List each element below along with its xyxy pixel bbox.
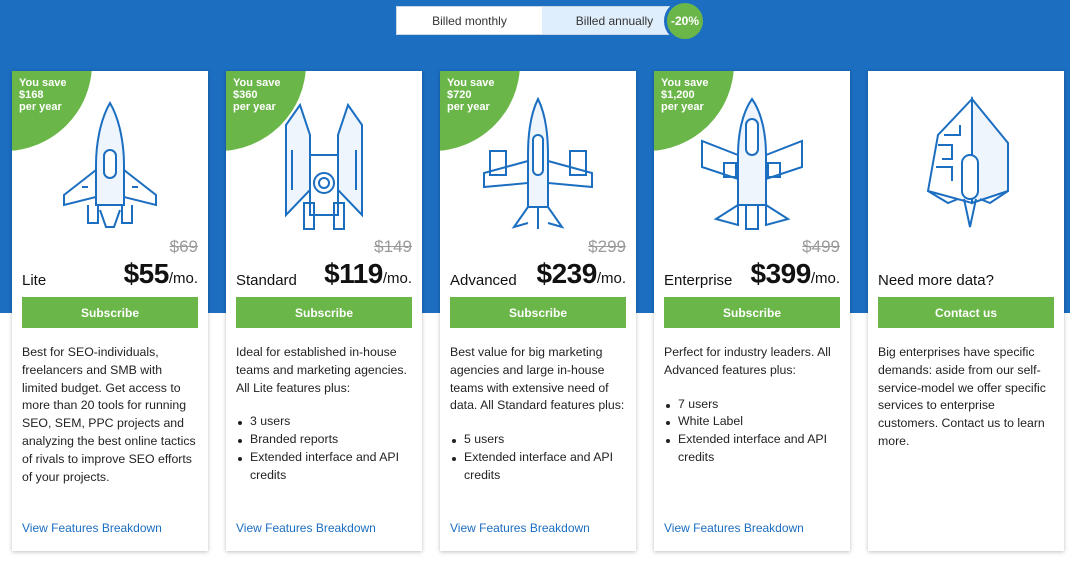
plan-header: Enterprise $399/mo. [664,254,840,290]
view-features-breakdown-link[interactable]: View Features Breakdown [22,521,162,535]
view-features-breakdown-link[interactable]: View Features Breakdown [236,521,376,535]
billing-toggle[interactable]: Billed monthly Billed annually [396,6,688,35]
feature-item: Branded reports [236,431,414,449]
plan-header: Advanced $239/mo. [450,254,626,290]
plan-description: Best for SEO-individuals, freelancers an… [22,345,196,484]
feature-item: 3 users [236,413,414,431]
view-features-breakdown-link[interactable]: View Features Breakdown [450,521,590,535]
subscribe-button[interactable]: Subscribe [22,297,198,328]
feature-item: 7 users [664,396,842,414]
rocket-ship-enterprise-icon [701,97,803,230]
plan-price: $119/mo. [324,258,412,289]
plan-header: Need more data? [878,254,1054,290]
feature-list: 5 users Extended interface and API credi… [450,431,628,484]
plan-name: Standard [236,272,297,289]
feature-item: 5 users [450,431,628,449]
plan-price: $55/mo. [123,258,198,289]
plan-description: Ideal for established in-house teams and… [236,344,414,485]
plan-card-custom: Need more data? Contact us Big enterpris… [868,71,1064,551]
rocket-ship-advanced-icon [483,96,593,229]
plan-card-standard: You save $360 per year $149 Standard $119/… [226,71,422,551]
feature-item: White Label [664,413,842,431]
feature-item: Extended interface and API credits [664,431,842,467]
plan-card-lite: You save $168 per year $69 Lite $55/mo. Su… [12,71,208,551]
plan-header: Standard $119/mo. [236,254,412,290]
rocket-ship-standard-icon [285,102,363,230]
feature-item: Extended interface and API credits [236,449,414,485]
billed-monthly-option[interactable]: Billed monthly [397,7,542,34]
contact-us-button[interactable]: Contact us [878,297,1054,328]
view-features-breakdown-link[interactable]: View Features Breakdown [664,521,804,535]
rocket-ship-custom-icon [926,96,1009,228]
plan-description: Perfect for industry leaders. All Advanc… [664,344,842,467]
discount-badge: -20% [664,0,706,42]
plan-name: Need more data? [878,272,994,289]
feature-item: Extended interface and API credits [450,449,628,485]
plan-header: Lite $55/mo. [22,254,198,290]
pricing-cards: You save $168 per year $69 Lite $55/mo. Su… [12,71,1064,551]
plan-description: Best value for big marketing agencies an… [450,344,628,485]
plan-price: $399/mo. [750,258,840,289]
subscribe-button[interactable]: Subscribe [236,297,412,328]
plan-card-enterprise: You save $1,200 per year $499 Enterprise $… [654,71,850,551]
feature-list: 3 users Branded reports Extended interfa… [236,413,414,484]
plan-name: Advanced [450,272,517,289]
subscribe-button[interactable]: Subscribe [664,297,840,328]
subscribe-button[interactable]: Subscribe [450,297,626,328]
plan-card-advanced: You save $720 per year $299 Advanced $239/… [440,71,636,551]
plan-name: Enterprise [664,272,733,289]
feature-list: 7 users White Label Extended interface a… [664,396,842,467]
plan-description: Big enterprises have specific demands: a… [878,345,1046,448]
rocket-ship-lite-icon [63,101,157,228]
plan-price: $239/mo. [536,258,626,289]
plan-name: Lite [22,272,47,289]
